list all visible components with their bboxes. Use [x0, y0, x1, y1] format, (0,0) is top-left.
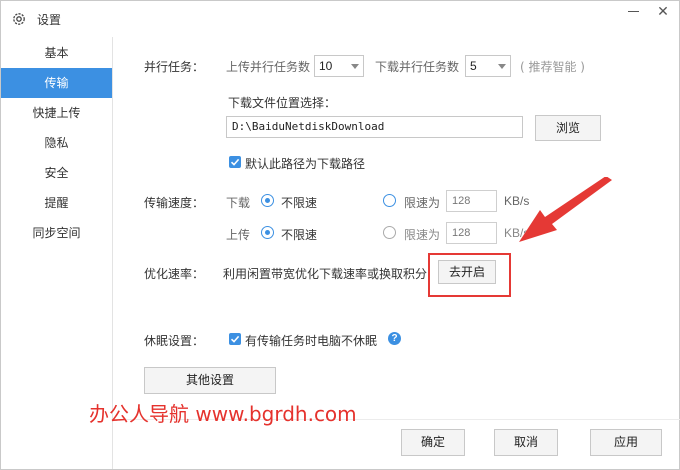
cancel-button[interactable]: 取消 — [494, 429, 558, 456]
upload-limit-radio[interactable] — [383, 226, 396, 239]
download-parallel-label: 下载并行任务数 — [375, 60, 460, 74]
sidebar-item-sync-space[interactable]: 同步空间 — [1, 218, 112, 248]
default-path-checkbox[interactable] — [229, 156, 241, 168]
upload-parallel-label: 上传并行任务数 — [226, 60, 311, 74]
chevron-down-icon — [498, 64, 506, 69]
download-parallel-value: 5 — [470, 59, 477, 73]
download-location-label: 下载文件位置选择： — [228, 96, 337, 110]
settings-window: 设置 ✕ 基本 传输 快捷上传 隐私 安全 提醒 同步空间 并行任务： 上传并行… — [0, 0, 680, 470]
annotation-arrow-icon — [519, 177, 612, 242]
watermark-text: 办公人导航 www.bgrdh.com — [89, 402, 357, 426]
close-icon[interactable]: ✕ — [653, 4, 673, 20]
upload-parallel-select[interactable]: 10 — [314, 55, 364, 77]
browse-button[interactable]: 浏览 — [535, 115, 601, 141]
sidebar-item-basic[interactable]: 基本 — [1, 38, 112, 68]
window-title: 设置 — [37, 13, 62, 27]
help-icon[interactable]: ? — [388, 332, 401, 345]
sleep-setting-label: 休眠设置： — [144, 334, 205, 348]
sidebar-item-privacy[interactable]: 隐私 — [1, 128, 112, 158]
transfer-speed-label: 传输速度： — [144, 196, 205, 210]
prevent-sleep-checkbox[interactable] — [229, 333, 241, 345]
download-limit-input[interactable]: 128 — [446, 190, 497, 212]
parallel-tasks-label: 并行任务： — [144, 60, 205, 74]
upload-unlimited-label: 不限速 — [281, 228, 318, 242]
default-path-label: 默认此路径为下载路径 — [245, 157, 366, 171]
minimize-icon[interactable] — [623, 5, 645, 17]
optimize-description: 利用闲置带宽优化下载速率或换取积分 — [223, 267, 428, 281]
chevron-down-icon — [351, 64, 359, 69]
download-unlimited-radio[interactable] — [261, 194, 274, 207]
upload-speed-label: 上传 — [226, 228, 251, 242]
optimize-rate-label: 优化速率： — [144, 267, 205, 281]
sidebar-item-transfer[interactable]: 传输 — [1, 68, 112, 98]
download-path-input[interactable]: D:\BaiduNetdiskDownload — [226, 116, 523, 138]
prevent-sleep-label: 有传输任务时电脑不休眠 — [245, 334, 378, 348]
upload-limit-label: 限速为 — [404, 228, 441, 242]
sidebar-item-security[interactable]: 安全 — [1, 158, 112, 188]
highlight-box — [428, 253, 511, 297]
sidebar-item-quick-upload[interactable]: 快捷上传 — [1, 98, 112, 128]
download-unlimited-label: 不限速 — [281, 196, 318, 210]
other-settings-button[interactable]: 其他设置 — [144, 367, 276, 394]
upload-limit-input[interactable]: 128 — [446, 222, 497, 244]
download-limit-label: 限速为 — [404, 196, 441, 210]
upload-unlimited-radio[interactable] — [261, 226, 274, 239]
download-limit-radio[interactable] — [383, 194, 396, 207]
recommend-hint: ( 推荐智能 ) — [520, 60, 585, 74]
confirm-button[interactable]: 确定 — [401, 429, 465, 456]
sidebar-item-reminder[interactable]: 提醒 — [1, 188, 112, 218]
apply-button[interactable]: 应用 — [590, 429, 662, 456]
download-parallel-select[interactable]: 5 — [465, 55, 511, 77]
gear-icon — [11, 11, 27, 27]
download-speed-label: 下载 — [226, 196, 251, 210]
upload-parallel-value: 10 — [319, 59, 333, 73]
title-bar: 设置 ✕ — [1, 1, 679, 37]
